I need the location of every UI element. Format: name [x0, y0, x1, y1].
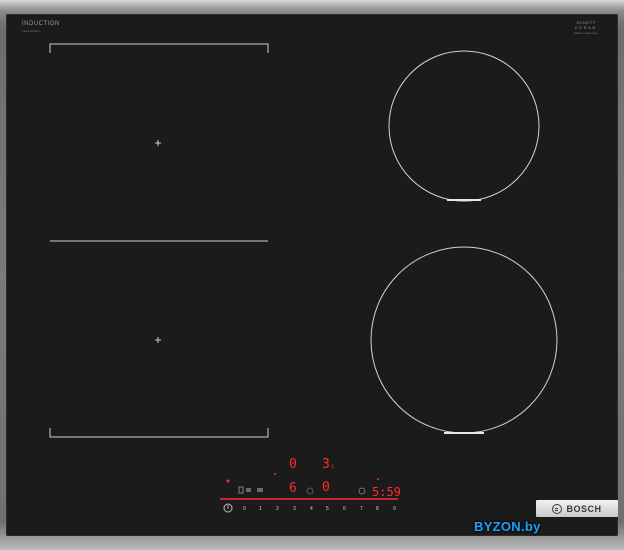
cooktop-markings: 0 3 c 6 0 5:59 0 1 2 3 4 5 6 7 8 9 — [49, 43, 558, 513]
round-zone-lower — [370, 246, 558, 434]
slider-value-3[interactable]: 3 — [293, 506, 296, 512]
timer-display: 5:59 — [372, 485, 401, 499]
bosch-badge: BOSCH — [536, 500, 618, 517]
slider-value-0[interactable]: 0 — [243, 506, 246, 512]
top-left-power-digit: 0 — [289, 457, 297, 472]
flex-mode-icon[interactable] — [257, 488, 263, 492]
indicator-dot-right — [377, 478, 379, 480]
boost-icon[interactable] — [306, 487, 314, 495]
mid-right-power-digit: 0 — [322, 480, 330, 495]
top-right-power-suffix: c — [331, 463, 335, 470]
flex-zone-upper — [49, 43, 269, 242]
slider-value-4[interactable]: 4 — [310, 506, 313, 512]
indicator-dot-left — [226, 479, 230, 483]
zone-select-icon[interactable] — [246, 488, 251, 492]
timer-icon[interactable] — [358, 487, 366, 495]
slider-value-8[interactable]: 8 — [376, 506, 379, 512]
top-right-power-digit: 3 — [322, 457, 330, 472]
control-panel: 0 3 c 6 0 5:59 0 1 2 3 4 5 6 7 8 9 — [220, 457, 401, 513]
indicator-dot-mid — [274, 473, 276, 475]
watermark-text: BYZON.by — [474, 519, 541, 534]
slider-value-2[interactable]: 2 — [276, 506, 279, 512]
power-slider[interactable]: 0 1 2 3 4 5 6 7 8 9 — [243, 506, 396, 512]
mid-left-power-digit: 6 — [289, 481, 297, 496]
child-lock-icon[interactable] — [238, 486, 244, 494]
bosch-wordmark: BOSCH — [566, 503, 602, 514]
slider-value-5[interactable]: 5 — [326, 506, 329, 512]
bosch-logo-icon — [552, 503, 563, 514]
flex-zone-lower — [49, 337, 269, 438]
round-zone-upper — [388, 50, 540, 202]
slider-value-7[interactable]: 7 — [360, 506, 363, 512]
slider-value-1[interactable]: 1 — [259, 506, 262, 512]
slider-value-9[interactable]: 9 — [393, 506, 396, 512]
slider-value-6[interactable]: 6 — [343, 506, 346, 512]
